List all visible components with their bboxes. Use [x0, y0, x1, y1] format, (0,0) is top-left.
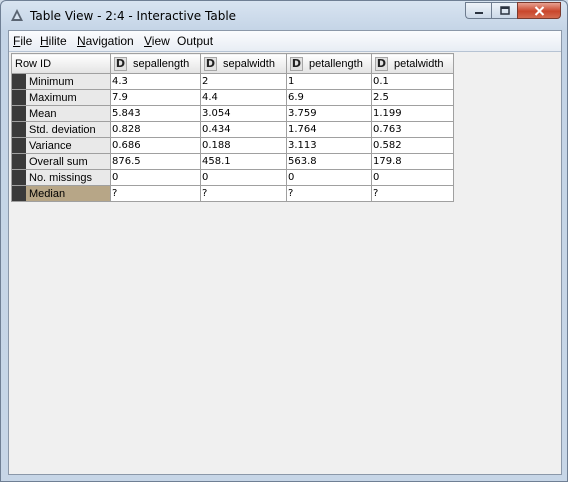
table-row[interactable]: Minimum 4.3 2 1 0.1 [11, 73, 454, 90]
table-cell[interactable]: 2.5 [371, 89, 454, 106]
row-header-cell[interactable]: Variance [11, 137, 111, 154]
row-header-cell[interactable]: No. missings [11, 169, 111, 186]
row-header-cell[interactable]: Mean [11, 105, 111, 122]
table-row[interactable]: Overall sum 876.5 458.1 563.8 179.8 [11, 153, 454, 170]
table-cell[interactable]: 3.113 [286, 137, 372, 154]
row-label: Median [29, 187, 66, 200]
column-header-petallength[interactable]: Dpetallength [286, 53, 372, 74]
table-cell[interactable]: 0.686 [110, 137, 201, 154]
menu-bar: File Hilite Navigation View Output [9, 31, 561, 52]
column-header-sepallength[interactable]: Dsepallength [110, 53, 201, 74]
table-cell[interactable]: 4.4 [200, 89, 287, 106]
table-row[interactable]: Median???? [11, 185, 454, 202]
row-marker [12, 90, 26, 105]
minimize-button[interactable] [465, 2, 491, 19]
table-cell[interactable]: 0.763 [371, 121, 454, 138]
column-header-label: petallength [309, 57, 363, 70]
row-id-header[interactable]: Row ID [11, 53, 111, 74]
row-marker [12, 170, 26, 185]
window-title: Table View - 2:4 - Interactive Table [30, 9, 237, 23]
menu-file[interactable]: File [13, 34, 32, 48]
row-header-cell[interactable]: Maximum [11, 89, 111, 106]
maximize-button[interactable] [491, 2, 517, 19]
row-marker [12, 138, 26, 153]
row-header-cell[interactable]: Overall sum [11, 153, 111, 170]
table-cell[interactable]: ? [371, 185, 454, 202]
close-icon [534, 5, 544, 16]
table-cell[interactable]: 0.582 [371, 137, 454, 154]
table-panel: Row ID Dsepallength Dsepalwidth Dpetalle… [10, 53, 560, 473]
row-label: Variance [29, 139, 72, 152]
table-cell[interactable]: 4.3 [110, 73, 201, 90]
menu-hilite[interactable]: Hilite [40, 34, 67, 48]
table-cell[interactable]: 1.764 [286, 121, 372, 138]
row-label: Maximum [29, 91, 77, 104]
table-cell[interactable]: 1 [286, 73, 372, 90]
row-header-cell[interactable]: Minimum [11, 73, 111, 90]
table-cell[interactable]: 0 [371, 169, 454, 186]
column-header-sepalwidth[interactable]: Dsepalwidth [200, 53, 287, 74]
menu-view[interactable]: View [144, 34, 170, 48]
table-cell[interactable]: 7.9 [110, 89, 201, 106]
row-label: Std. deviation [29, 123, 96, 136]
table-cell[interactable]: ? [110, 185, 201, 202]
row-header-cell[interactable]: Median [11, 185, 111, 202]
double-type-icon: D [114, 56, 127, 71]
table-cell[interactable]: 179.8 [371, 153, 454, 170]
table-view-window: Table View - 2:4 - Interactive Table Fil… [0, 0, 568, 482]
table-cell[interactable]: 2 [200, 73, 287, 90]
table-cell[interactable]: 0.434 [200, 121, 287, 138]
table-cell[interactable]: ? [200, 185, 287, 202]
column-header-label: sepalwidth [223, 57, 275, 70]
double-type-icon: D [204, 56, 217, 71]
table-cell[interactable]: 876.5 [110, 153, 201, 170]
table-row[interactable]: No. missings 0 0 0 0 [11, 169, 454, 186]
table-cell[interactable]: 6.9 [286, 89, 372, 106]
table-cell[interactable]: 0.188 [200, 137, 287, 154]
table-cell[interactable]: ? [286, 185, 372, 202]
row-marker [12, 74, 26, 89]
table-cell[interactable]: 458.1 [200, 153, 287, 170]
row-label: Overall sum [29, 155, 88, 168]
table-cell[interactable]: 0 [200, 169, 287, 186]
menu-navigation[interactable]: Navigation [77, 34, 134, 48]
double-type-icon: D [375, 56, 388, 71]
table-cell[interactable]: 0 [110, 169, 201, 186]
minimize-icon [474, 11, 483, 14]
statistics-table: Row ID Dsepallength Dsepalwidth Dpetalle… [11, 53, 454, 202]
row-label: Mean [29, 107, 57, 120]
column-header-label: petalwidth [394, 57, 444, 70]
double-type-icon: D [290, 56, 303, 71]
title-bar[interactable]: Table View - 2:4 - Interactive Table [1, 1, 567, 31]
table-cell[interactable]: 5.843 [110, 105, 201, 122]
table-cell[interactable]: 1.199 [371, 105, 454, 122]
table-row[interactable]: Variance 0.686 0.188 3.113 0.582 [11, 137, 454, 154]
row-label: Minimum [29, 75, 74, 88]
table-header-row: Row ID Dsepallength Dsepalwidth Dpetalle… [11, 53, 454, 74]
column-header-label: sepallength [133, 57, 190, 70]
window-controls [465, 2, 561, 19]
table-cell[interactable]: 0.1 [371, 73, 454, 90]
row-header-cell[interactable]: Std. deviation [11, 121, 111, 138]
column-header-petalwidth[interactable]: Dpetalwidth [371, 53, 454, 74]
close-button[interactable] [517, 2, 561, 19]
table-cell[interactable]: 0 [286, 169, 372, 186]
table-row[interactable]: Std. deviation 0.828 0.434 1.764 0.763 [11, 121, 454, 138]
table-row[interactable]: Mean 5.843 3.054 3.759 1.199 [11, 105, 454, 122]
knime-app-icon [11, 9, 23, 21]
row-label: No. missings [29, 171, 92, 184]
table-cell[interactable]: 3.054 [200, 105, 287, 122]
table-row[interactable]: Maximum 7.9 4.4 6.9 2.5 [11, 89, 454, 106]
menu-output[interactable]: Output [177, 34, 213, 48]
row-marker [12, 186, 26, 201]
maximize-icon [499, 6, 510, 15]
table-cell[interactable]: 3.759 [286, 105, 372, 122]
row-marker [12, 122, 26, 137]
table-cell[interactable]: 0.828 [110, 121, 201, 138]
table-cell[interactable]: 563.8 [286, 153, 372, 170]
row-marker [12, 154, 26, 169]
row-marker [12, 106, 26, 121]
window-client-area: File Hilite Navigation View Output Row I… [8, 30, 562, 475]
